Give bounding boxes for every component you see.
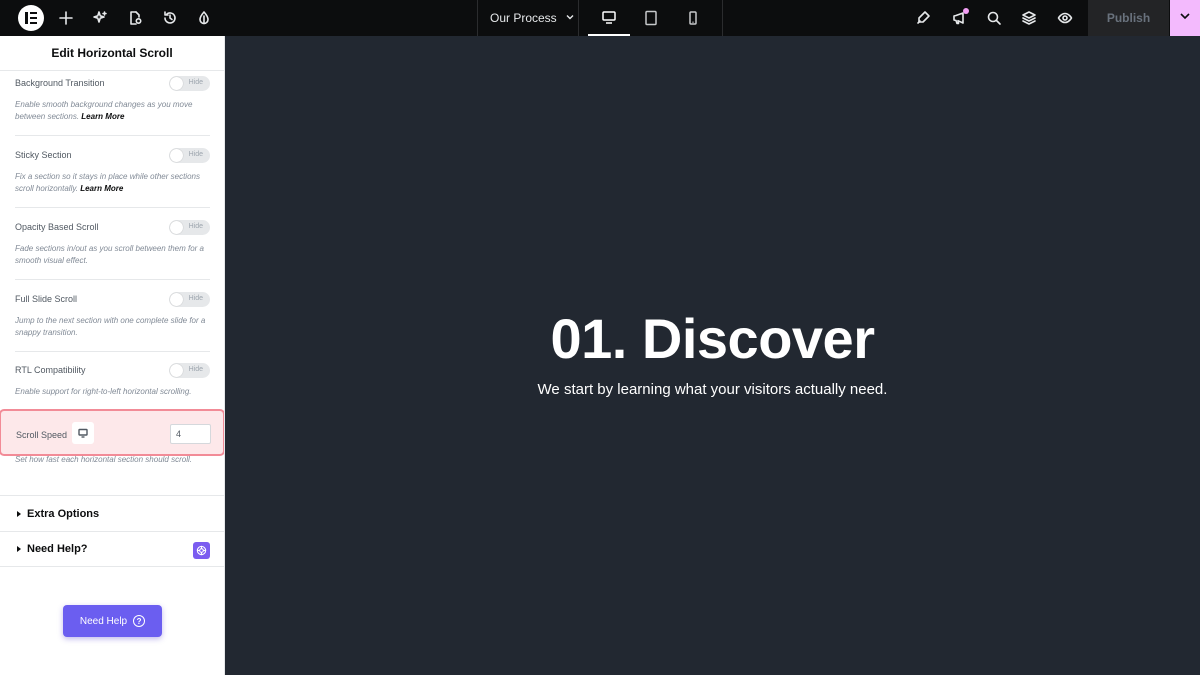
control-label: Background Transition (15, 78, 105, 88)
sticky-section-toggle[interactable]: Hide (169, 147, 210, 163)
page-selector[interactable]: Our Process (477, 0, 579, 36)
opacity-based-scroll-toggle[interactable]: Hide (169, 219, 210, 235)
ai-sparkle-icon[interactable] (90, 8, 110, 28)
background-transition-toggle[interactable]: Hide (169, 75, 210, 91)
control-sticky-section: Sticky Section Hide Fix a section so it … (15, 147, 210, 194)
question-icon: ? (133, 615, 146, 627)
publish-options-button[interactable] (1170, 0, 1200, 36)
chevron-down-icon (1179, 9, 1191, 27)
mobile-view-icon[interactable] (672, 0, 714, 36)
scroll-speed-control: Scroll Speed 4 (0, 409, 224, 456)
learn-more-link[interactable]: Learn More (80, 184, 123, 193)
page-name: Our Process (490, 11, 557, 25)
add-element-icon[interactable] (56, 8, 76, 28)
divider (15, 351, 210, 352)
need-help-label: Need Help (79, 615, 128, 627)
control-label: RTL Compatibility (15, 365, 86, 375)
control-background-transition: Background Transition Hide Enable smooth… (15, 75, 210, 122)
section-need-help[interactable]: Need Help? (0, 531, 224, 567)
plugin-badge-icon (193, 542, 210, 559)
site-settings-icon[interactable] (913, 8, 933, 28)
divider (15, 279, 210, 280)
control-description: Enable support for right-to-left horizon… (15, 387, 192, 396)
control-description: Enable smooth background changes as you … (15, 100, 193, 121)
responsive-desktop-icon[interactable] (72, 422, 94, 444)
panel-title: Edit Horizontal Scroll (0, 36, 224, 71)
history-icon[interactable] (160, 8, 180, 28)
hero-title: 01. Discover (550, 307, 875, 370)
caret-right-icon (17, 546, 21, 552)
notification-dot (963, 8, 969, 14)
control-rtl-compatibility: RTL Compatibility Hide Enable support fo… (15, 362, 210, 398)
full-slide-scroll-toggle[interactable]: Hide (169, 291, 210, 307)
control-opacity-based-scroll: Opacity Based Scroll Hide Fade sections … (15, 219, 210, 266)
page-settings-icon[interactable] (125, 8, 145, 28)
theme-style-icon[interactable] (194, 8, 214, 28)
control-label: Opacity Based Scroll (15, 222, 99, 232)
structure-layers-icon[interactable] (1019, 8, 1039, 28)
control-full-slide-scroll: Full Slide Scroll Hide Jump to the next … (15, 291, 210, 338)
section-extra-options[interactable]: Extra Options (0, 495, 224, 531)
control-description: Fix a section so it stays in place while… (15, 172, 200, 193)
divider (15, 135, 210, 136)
chevron-down-icon (565, 11, 575, 25)
control-label: Full Slide Scroll (15, 294, 78, 304)
divider (15, 207, 210, 208)
need-help-button[interactable]: Need Help ? (63, 605, 162, 637)
hero-subtitle: We start by learning what your visitors … (537, 381, 888, 398)
control-description: Jump to the next section with one comple… (15, 316, 206, 337)
editor-panel: Edit Horizontal Scroll Background Transi… (0, 36, 225, 675)
section-label: Extra Options (27, 507, 100, 520)
scroll-speed-description: Set how fast each horizontal section sho… (15, 455, 192, 464)
learn-more-link[interactable]: Learn More (81, 112, 124, 121)
rtl-compatibility-toggle[interactable]: Hide (169, 362, 210, 378)
editor-canvas: 01. Discover We start by learning what y… (225, 36, 1200, 675)
elementor-logo-icon[interactable] (18, 5, 44, 31)
control-label: Sticky Section (15, 150, 72, 160)
responsive-mode-switcher (580, 0, 723, 36)
top-bar: Our Process Publish (0, 0, 1200, 36)
caret-right-icon (17, 510, 21, 517)
preview-eye-icon[interactable] (1055, 8, 1075, 28)
search-icon[interactable] (984, 8, 1004, 28)
desktop-view-icon[interactable] (588, 0, 630, 36)
scroll-speed-input[interactable]: 4 (170, 424, 211, 444)
publish-button[interactable]: Publish (1088, 0, 1169, 36)
tablet-view-icon[interactable] (630, 0, 672, 36)
control-description: Fade sections in/out as you scroll betwe… (15, 244, 204, 265)
scroll-speed-label: Scroll Speed (16, 430, 68, 440)
section-label: Need Help? (27, 543, 88, 555)
